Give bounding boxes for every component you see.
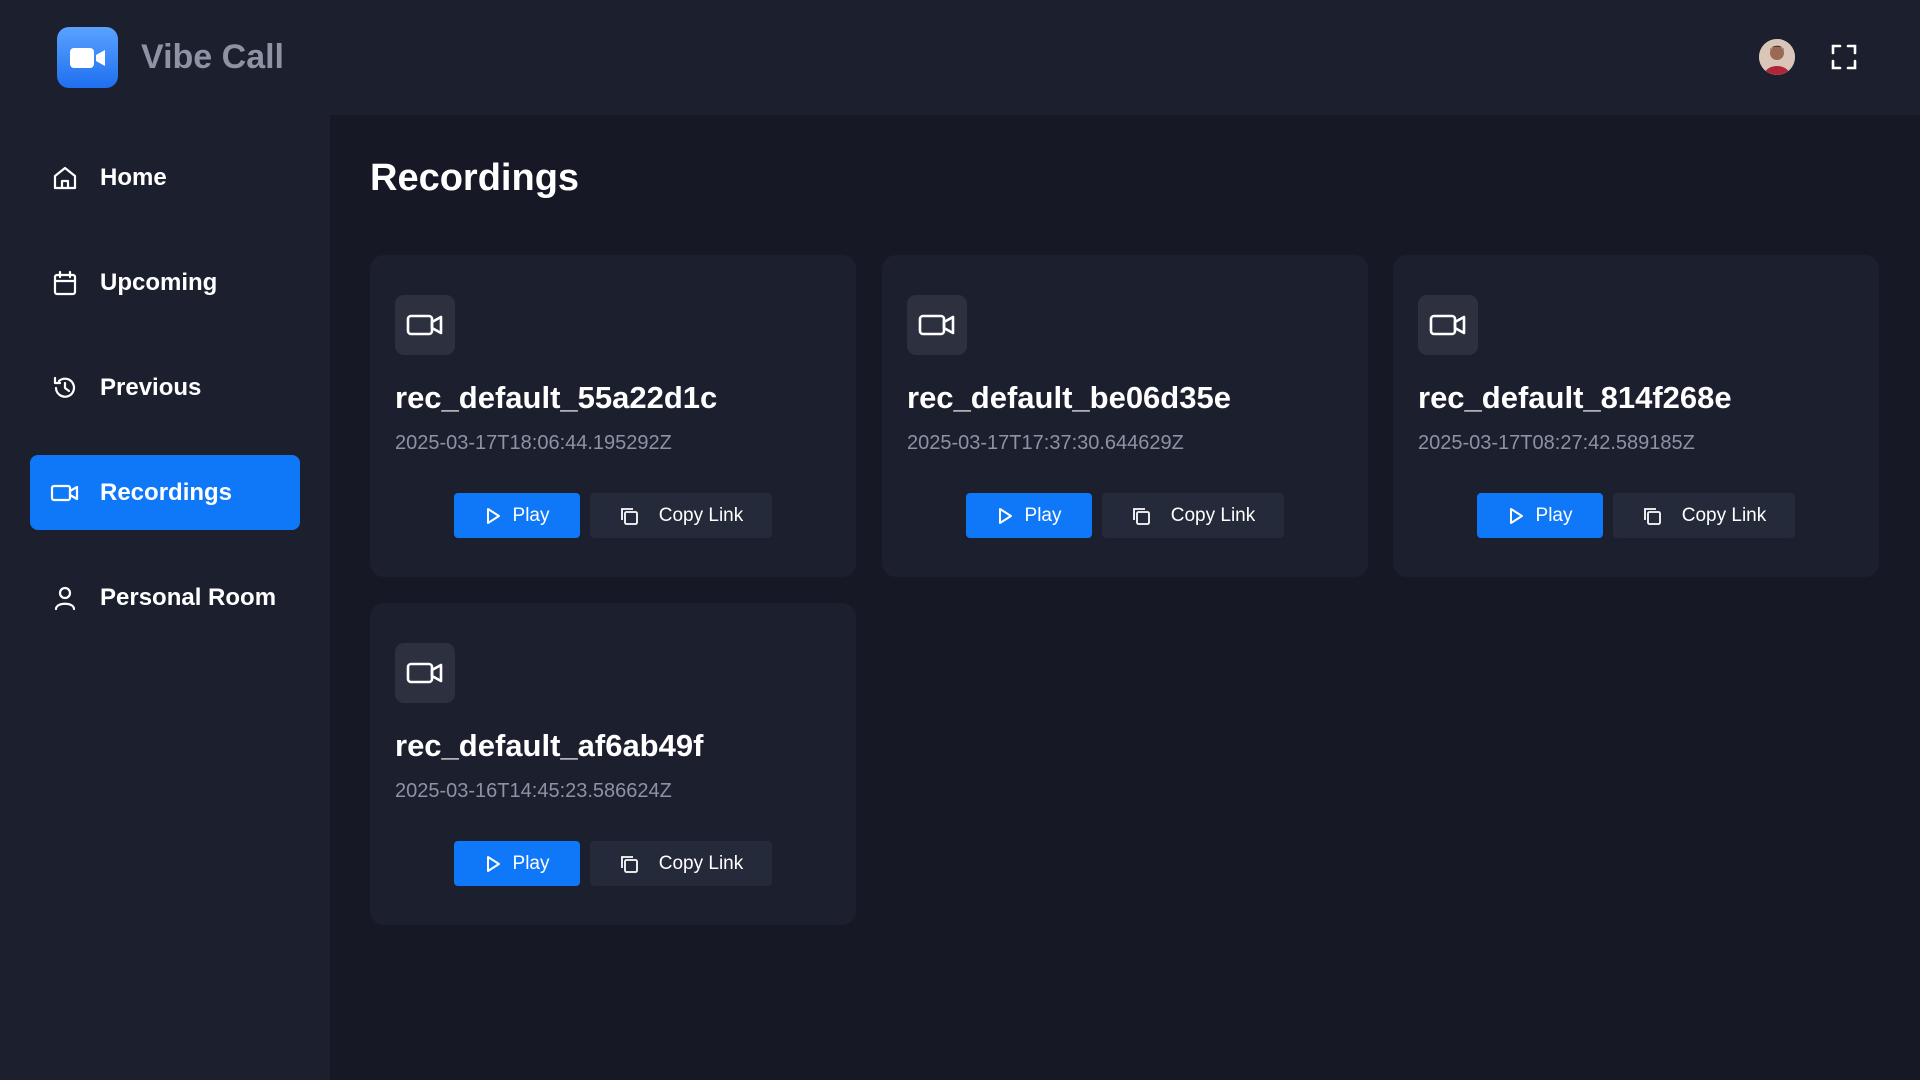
copy-link-button[interactable]: Copy Link [1613,493,1795,538]
page-title: Recordings [370,157,580,199]
sidebar-item-label: Upcoming [100,268,218,296]
play-button-label: Play [1024,504,1062,526]
sidebar-item-label: Home [100,163,167,191]
play-button[interactable]: Play [454,493,580,538]
copy-icon [619,854,639,874]
sidebar-item-home[interactable]: Home [30,140,300,215]
play-icon [485,507,501,525]
play-icon [485,855,501,873]
sidebar: Home Upcoming Previous Recordings Person… [0,115,330,1080]
copy-link-label: Copy Link [658,852,744,874]
recording-title: rec_default_af6ab49f [395,728,704,763]
recording-timestamp: 2025-03-16T14:45:23.586624Z [395,780,672,802]
copy-link-label: Copy Link [1170,504,1256,526]
recording-timestamp: 2025-03-17T17:37:30.644629Z [907,432,1184,454]
logo-icon [57,27,118,88]
video-icon [395,643,455,703]
history-icon [50,373,80,403]
brand[interactable]: Vibe Call [57,27,284,88]
calendar-icon [50,268,80,298]
play-icon [1508,507,1524,525]
copy-link-label: Copy Link [658,504,744,526]
recording-card: rec_default_af6ab49f 2025-03-16T14:45:23… [370,603,856,925]
play-button-label: Play [512,504,550,526]
copy-link-button[interactable]: Copy Link [590,841,772,886]
copy-icon [1642,506,1662,526]
copy-icon [1131,506,1151,526]
sidebar-item-label: Previous [100,373,202,401]
recording-title: rec_default_814f268e [1418,380,1732,415]
recording-title: rec_default_55a22d1c [395,380,718,415]
sidebar-item-label: Personal Room [100,583,277,611]
sidebar-item-label: Recordings [100,478,233,506]
app-root: Vibe Call Home Upcoming Previous Recordi… [0,0,1920,1080]
video-icon [907,295,967,355]
recording-title: rec_default_be06d35e [907,380,1231,415]
recording-timestamp: 2025-03-17T08:27:42.589185Z [1418,432,1695,454]
play-button-label: Play [512,852,550,874]
user-icon [50,583,80,613]
play-button[interactable]: Play [966,493,1092,538]
sidebar-item-recordings[interactable]: Recordings [30,455,300,530]
recording-timestamp: 2025-03-17T18:06:44.195292Z [395,432,672,454]
fullscreen-icon[interactable] [1829,42,1859,72]
play-button-label: Play [1535,504,1573,526]
play-icon [997,507,1013,525]
recording-card: rec_default_be06d35e 2025-03-17T17:37:30… [882,255,1368,577]
copy-link-button[interactable]: Copy Link [1102,493,1284,538]
play-button[interactable]: Play [1477,493,1603,538]
sidebar-item-upcoming[interactable]: Upcoming [30,245,300,320]
top-bar: Vibe Call [0,0,1920,115]
video-icon [50,478,80,508]
sidebar-item-previous[interactable]: Previous [30,350,300,425]
play-button[interactable]: Play [454,841,580,886]
copy-link-button[interactable]: Copy Link [590,493,772,538]
recording-card: rec_default_814f268e 2025-03-17T08:27:42… [1393,255,1879,577]
copy-link-label: Copy Link [1681,504,1767,526]
video-icon [395,295,455,355]
user-avatar[interactable] [1759,39,1795,75]
sidebar-item-personal-room[interactable]: Personal Room [30,560,300,635]
copy-icon [619,506,639,526]
video-icon [1418,295,1478,355]
recording-card: rec_default_55a22d1c 2025-03-17T18:06:44… [370,255,856,577]
app-name: Vibe Call [141,38,284,76]
home-icon [50,163,80,193]
